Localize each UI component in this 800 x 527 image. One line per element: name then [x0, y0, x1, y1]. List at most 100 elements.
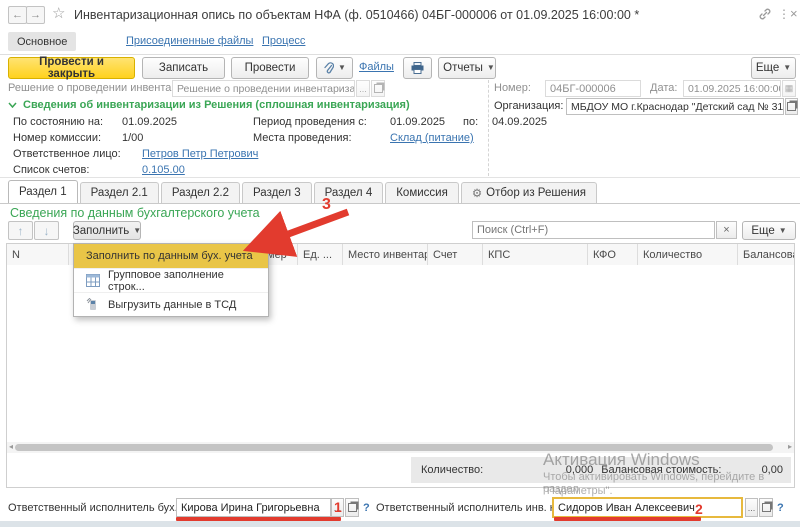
menu-item-label: Групповое заполнение строк...	[108, 269, 260, 293]
back-button[interactable]: ←	[8, 6, 27, 24]
column-header-kfo[interactable]: КФО	[588, 244, 638, 265]
bottom-window-edge	[0, 521, 800, 527]
menu-item-label: Выгрузить данные в ТСД	[108, 299, 236, 311]
nav-tab-process[interactable]: Процесс	[262, 35, 305, 47]
menu-item-fill-by-accounting[interactable]: Заполнить по данным бух. учета	[74, 244, 268, 269]
table-grid-icon	[86, 274, 100, 287]
grid-hscrollbar-thumb[interactable]	[15, 444, 773, 451]
commission-executor-choose-button[interactable]: ...	[745, 498, 758, 517]
section-divider	[0, 177, 800, 178]
organization-open-button[interactable]	[785, 98, 798, 115]
places-link[interactable]: Склад (питание)	[390, 132, 474, 144]
as-of-value: 01.09.2025	[122, 116, 177, 128]
move-down-button[interactable]: ↓	[34, 221, 59, 240]
form-splitter[interactable]	[488, 80, 489, 176]
save-button[interactable]: Записать	[142, 57, 225, 79]
reports-button[interactable]: Отчеты▼	[438, 57, 496, 79]
scroll-right-icon[interactable]: ▸	[788, 442, 792, 451]
responsible-person-link[interactable]: Петров Петр Петрович	[142, 148, 258, 160]
tab-otbor[interactable]: ⚙ Отбор из Решения	[461, 182, 597, 203]
chevron-down-icon: ▼	[779, 227, 787, 235]
menu-item-export-tsd[interactable]: Выгрузить данные в ТСД	[74, 293, 268, 316]
chevron-down-icon: ▼	[783, 64, 791, 72]
commission-executor-help-link[interactable]: ?	[777, 502, 784, 514]
nav-tab-main[interactable]: Основное	[8, 32, 76, 51]
tab-komissiya[interactable]: Комиссия	[385, 182, 459, 203]
forward-button[interactable]: →	[26, 6, 45, 24]
column-header-kolichestvo[interactable]: Количество	[638, 244, 738, 265]
window-menu-icon[interactable]: ⋮	[778, 7, 790, 21]
fill-button-label: Заполнить	[73, 225, 129, 237]
more-button-grid[interactable]: Еще ▼	[742, 221, 796, 240]
responsible-person-label: Ответственное лицо:	[13, 148, 121, 160]
command-bar: Провести и закрыть Записать Провести ▼ Ф…	[0, 57, 800, 79]
annotation-number-2: 2	[695, 501, 703, 517]
organization-field[interactable]: МБДОУ МО г.Краснодар "Детский сад № 314"	[566, 98, 784, 115]
fill-button[interactable]: Заполнить ▼	[73, 221, 141, 240]
totals-value-value: 0,00	[762, 464, 783, 476]
post-and-close-button[interactable]: Провести и закрыть	[8, 57, 135, 79]
scroll-left-icon[interactable]: ◂	[9, 442, 13, 451]
print-button[interactable]	[403, 57, 432, 79]
info-section-title: Сведения об инвентаризации из Решения (с…	[23, 99, 410, 111]
annotation-number-3: 3	[322, 196, 331, 214]
column-header-balansovaya[interactable]: Балансовая ст	[738, 244, 794, 265]
date-field[interactable]: 01.09.2025 16:00:00	[683, 80, 781, 97]
period-label: Период проведения с:	[253, 116, 367, 128]
info-section-header[interactable]: Сведения об инвентаризации из Решения (с…	[8, 99, 410, 111]
chevron-down-icon: ▼	[133, 227, 141, 235]
accounts-label: Список счетов:	[13, 164, 89, 176]
search-input[interactable]	[472, 221, 715, 239]
commission-executor-open-button[interactable]	[759, 498, 773, 517]
gear-icon: ⚙	[472, 186, 482, 200]
column-header-mesto[interactable]: Место инвентариз...	[343, 244, 428, 265]
nav-tab-attached-files[interactable]: Присоединенные файлы	[126, 35, 253, 47]
section-tabstrip: Раздел 1 Раздел 2.1 Раздел 2.2 Раздел 3 …	[8, 181, 599, 203]
nav-row: Основное Присоединенные файлы Процесс	[0, 30, 800, 55]
close-icon[interactable]: ×	[790, 6, 798, 21]
post-button[interactable]: Провести	[231, 57, 309, 79]
tab-razdel-3[interactable]: Раздел 3	[242, 182, 312, 203]
commission-label: Номер комиссии:	[13, 132, 101, 144]
decision-field[interactable]: Решение о проведении инвентаризации (ф. …	[172, 80, 355, 97]
totals-qty-label: Количество:	[421, 464, 483, 476]
tab-razdel-2-1[interactable]: Раздел 2.1	[80, 182, 159, 203]
tab-razdel-1[interactable]: Раздел 1	[8, 180, 78, 203]
more-button-top[interactable]: Еще▼	[751, 57, 796, 79]
attach-button[interactable]: ▼	[316, 57, 353, 79]
chevron-down-icon: ▼	[487, 64, 495, 72]
column-header-n[interactable]: N	[7, 244, 69, 265]
commission-executor-input[interactable]	[552, 497, 743, 518]
grid-hscrollbar[interactable]: ◂ ▸	[7, 442, 794, 453]
decision-open-button[interactable]	[371, 80, 385, 97]
files-link[interactable]: Файлы	[359, 61, 394, 73]
number-field[interactable]: 04БГ-000006	[545, 80, 641, 97]
grid-section-title: Сведения по данным бухгалтерского учета	[10, 206, 260, 220]
accounts-link[interactable]: 0.105.00	[142, 164, 185, 176]
chevron-down-icon	[8, 102, 17, 108]
move-up-button[interactable]: ↑	[8, 221, 33, 240]
period-from-value: 01.09.2025	[390, 116, 445, 128]
accounting-executor-open-button[interactable]	[345, 498, 359, 517]
printer-icon	[411, 62, 424, 74]
column-header-schet[interactable]: Счет	[428, 244, 483, 265]
more-grid-label: Еще	[751, 225, 774, 237]
accounting-executor-input[interactable]	[176, 498, 331, 517]
accounting-executor-help-link[interactable]: ?	[363, 502, 370, 514]
column-header-kps[interactable]: КПС	[483, 244, 588, 265]
search-clear-button[interactable]: ×	[716, 221, 737, 239]
get-link-icon[interactable]	[758, 7, 772, 24]
decision-choose-button[interactable]: ...	[356, 80, 370, 97]
tab-razdel-2-2[interactable]: Раздел 2.2	[161, 182, 240, 203]
date-calendar-button[interactable]: ▦	[782, 80, 796, 97]
window-title: Инвентаризационная опись по объектам НФА…	[74, 8, 694, 22]
calendar-icon: ▦	[785, 83, 794, 94]
period-to-label: по:	[463, 116, 478, 128]
favorite-star-icon[interactable]: ☆	[52, 4, 65, 22]
organization-label: Организация:	[494, 100, 563, 112]
annotation-underline-2	[554, 517, 701, 521]
column-header-ed[interactable]: Ед. ...	[298, 244, 343, 265]
date-label: Дата:	[650, 82, 677, 94]
open-icon	[374, 84, 383, 93]
menu-item-group-fill[interactable]: Групповое заполнение строк...	[74, 269, 268, 293]
